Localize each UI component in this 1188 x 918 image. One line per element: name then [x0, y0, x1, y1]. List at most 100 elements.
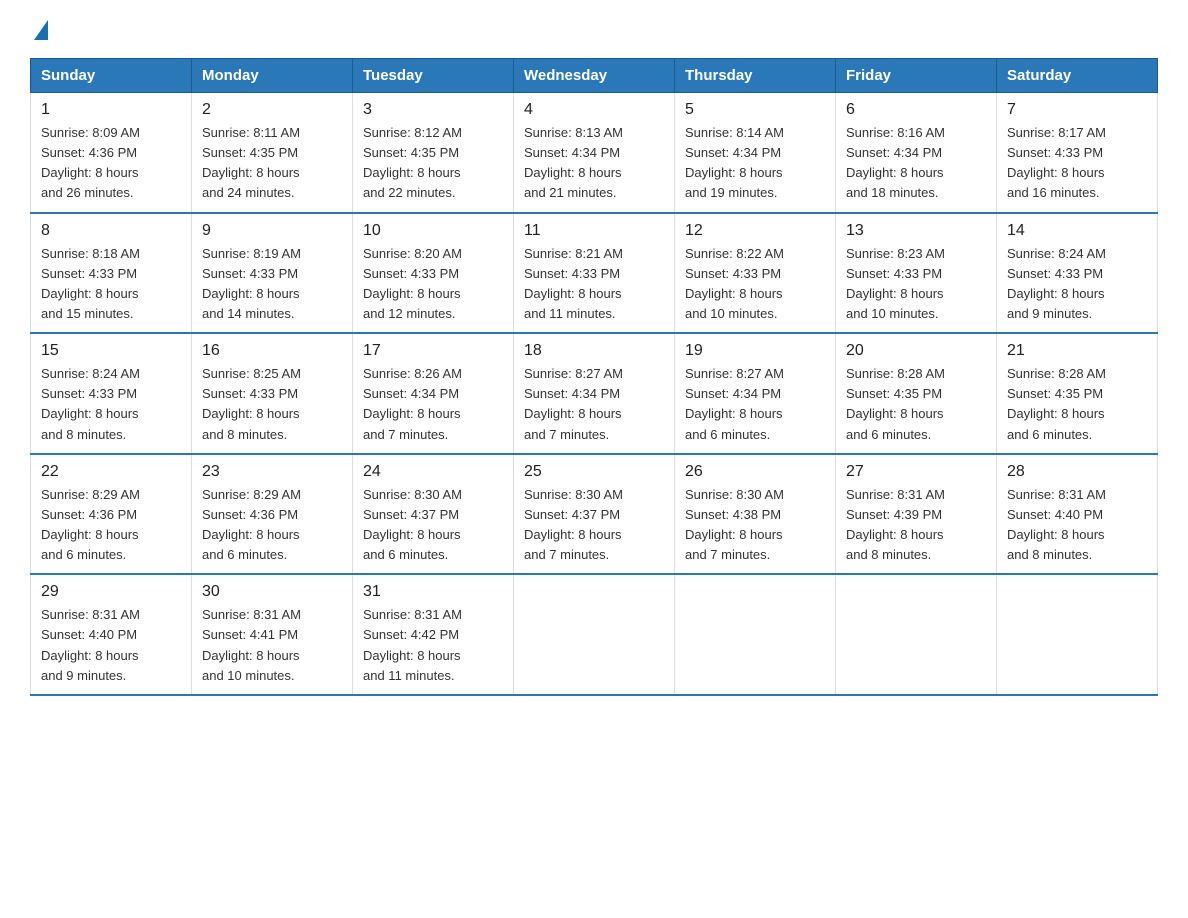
- day-number: 9: [202, 222, 342, 240]
- week-row-4: 22 Sunrise: 8:29 AMSunset: 4:36 PMDaylig…: [31, 454, 1158, 575]
- calendar-cell: 13 Sunrise: 8:23 AMSunset: 4:33 PMDaylig…: [836, 213, 997, 334]
- calendar-cell: 31 Sunrise: 8:31 AMSunset: 4:42 PMDaylig…: [353, 574, 514, 695]
- calendar-cell: 4 Sunrise: 8:13 AMSunset: 4:34 PMDayligh…: [514, 93, 675, 213]
- day-info: Sunrise: 8:31 AMSunset: 4:39 PMDaylight:…: [846, 487, 945, 562]
- day-info: Sunrise: 8:12 AMSunset: 4:35 PMDaylight:…: [363, 125, 462, 200]
- calendar-cell: 24 Sunrise: 8:30 AMSunset: 4:37 PMDaylig…: [353, 454, 514, 575]
- calendar-cell: [836, 574, 997, 695]
- calendar-cell: 15 Sunrise: 8:24 AMSunset: 4:33 PMDaylig…: [31, 333, 192, 454]
- day-info: Sunrise: 8:31 AMSunset: 4:40 PMDaylight:…: [41, 607, 140, 682]
- calendar-cell: 29 Sunrise: 8:31 AMSunset: 4:40 PMDaylig…: [31, 574, 192, 695]
- day-number: 8: [41, 222, 181, 240]
- day-info: Sunrise: 8:16 AMSunset: 4:34 PMDaylight:…: [846, 125, 945, 200]
- day-info: Sunrise: 8:20 AMSunset: 4:33 PMDaylight:…: [363, 246, 462, 321]
- day-info: Sunrise: 8:30 AMSunset: 4:37 PMDaylight:…: [363, 487, 462, 562]
- calendar-cell: 22 Sunrise: 8:29 AMSunset: 4:36 PMDaylig…: [31, 454, 192, 575]
- header-friday: Friday: [836, 59, 997, 93]
- day-info: Sunrise: 8:28 AMSunset: 4:35 PMDaylight:…: [1007, 366, 1106, 441]
- day-number: 16: [202, 342, 342, 360]
- day-info: Sunrise: 8:19 AMSunset: 4:33 PMDaylight:…: [202, 246, 301, 321]
- day-info: Sunrise: 8:24 AMSunset: 4:33 PMDaylight:…: [41, 366, 140, 441]
- day-number: 13: [846, 222, 986, 240]
- day-number: 23: [202, 463, 342, 481]
- day-number: 29: [41, 583, 181, 601]
- day-info: Sunrise: 8:25 AMSunset: 4:33 PMDaylight:…: [202, 366, 301, 441]
- day-number: 11: [524, 222, 664, 240]
- header-thursday: Thursday: [675, 59, 836, 93]
- calendar-body: 1 Sunrise: 8:09 AMSunset: 4:36 PMDayligh…: [31, 93, 1158, 695]
- calendar-cell: 12 Sunrise: 8:22 AMSunset: 4:33 PMDaylig…: [675, 213, 836, 334]
- day-info: Sunrise: 8:17 AMSunset: 4:33 PMDaylight:…: [1007, 125, 1106, 200]
- day-number: 28: [1007, 463, 1147, 481]
- day-number: 20: [846, 342, 986, 360]
- calendar-cell: [514, 574, 675, 695]
- day-number: 15: [41, 342, 181, 360]
- logo: [30, 20, 50, 40]
- day-number: 2: [202, 101, 342, 119]
- day-info: Sunrise: 8:09 AMSunset: 4:36 PMDaylight:…: [41, 125, 140, 200]
- day-info: Sunrise: 8:28 AMSunset: 4:35 PMDaylight:…: [846, 366, 945, 441]
- calendar-cell: 1 Sunrise: 8:09 AMSunset: 4:36 PMDayligh…: [31, 93, 192, 213]
- week-row-3: 15 Sunrise: 8:24 AMSunset: 4:33 PMDaylig…: [31, 333, 1158, 454]
- day-number: 17: [363, 342, 503, 360]
- day-number: 5: [685, 101, 825, 119]
- day-number: 22: [41, 463, 181, 481]
- header-sunday: Sunday: [31, 59, 192, 93]
- header-wednesday: Wednesday: [514, 59, 675, 93]
- day-info: Sunrise: 8:22 AMSunset: 4:33 PMDaylight:…: [685, 246, 784, 321]
- day-number: 12: [685, 222, 825, 240]
- day-info: Sunrise: 8:30 AMSunset: 4:38 PMDaylight:…: [685, 487, 784, 562]
- day-number: 6: [846, 101, 986, 119]
- calendar-table: SundayMondayTuesdayWednesdayThursdayFrid…: [30, 58, 1158, 696]
- calendar-cell: 26 Sunrise: 8:30 AMSunset: 4:38 PMDaylig…: [675, 454, 836, 575]
- day-number: 26: [685, 463, 825, 481]
- day-number: 4: [524, 101, 664, 119]
- calendar-cell: 14 Sunrise: 8:24 AMSunset: 4:33 PMDaylig…: [997, 213, 1158, 334]
- day-info: Sunrise: 8:27 AMSunset: 4:34 PMDaylight:…: [685, 366, 784, 441]
- day-number: 7: [1007, 101, 1147, 119]
- calendar-cell: 6 Sunrise: 8:16 AMSunset: 4:34 PMDayligh…: [836, 93, 997, 213]
- day-info: Sunrise: 8:31 AMSunset: 4:40 PMDaylight:…: [1007, 487, 1106, 562]
- day-info: Sunrise: 8:14 AMSunset: 4:34 PMDaylight:…: [685, 125, 784, 200]
- calendar-cell: 23 Sunrise: 8:29 AMSunset: 4:36 PMDaylig…: [192, 454, 353, 575]
- day-info: Sunrise: 8:23 AMSunset: 4:33 PMDaylight:…: [846, 246, 945, 321]
- day-info: Sunrise: 8:26 AMSunset: 4:34 PMDaylight:…: [363, 366, 462, 441]
- logo-triangle-icon: [34, 20, 48, 40]
- day-info: Sunrise: 8:31 AMSunset: 4:41 PMDaylight:…: [202, 607, 301, 682]
- week-row-2: 8 Sunrise: 8:18 AMSunset: 4:33 PMDayligh…: [31, 213, 1158, 334]
- day-number: 10: [363, 222, 503, 240]
- calendar-cell: 7 Sunrise: 8:17 AMSunset: 4:33 PMDayligh…: [997, 93, 1158, 213]
- day-number: 31: [363, 583, 503, 601]
- calendar-cell: 11 Sunrise: 8:21 AMSunset: 4:33 PMDaylig…: [514, 213, 675, 334]
- calendar-cell: 19 Sunrise: 8:27 AMSunset: 4:34 PMDaylig…: [675, 333, 836, 454]
- calendar-cell: 20 Sunrise: 8:28 AMSunset: 4:35 PMDaylig…: [836, 333, 997, 454]
- day-number: 24: [363, 463, 503, 481]
- calendar-cell: 27 Sunrise: 8:31 AMSunset: 4:39 PMDaylig…: [836, 454, 997, 575]
- header-saturday: Saturday: [997, 59, 1158, 93]
- calendar-cell: 25 Sunrise: 8:30 AMSunset: 4:37 PMDaylig…: [514, 454, 675, 575]
- day-number: 3: [363, 101, 503, 119]
- calendar-cell: 8 Sunrise: 8:18 AMSunset: 4:33 PMDayligh…: [31, 213, 192, 334]
- calendar-cell: 30 Sunrise: 8:31 AMSunset: 4:41 PMDaylig…: [192, 574, 353, 695]
- day-number: 25: [524, 463, 664, 481]
- calendar-cell: 10 Sunrise: 8:20 AMSunset: 4:33 PMDaylig…: [353, 213, 514, 334]
- calendar-cell: 2 Sunrise: 8:11 AMSunset: 4:35 PMDayligh…: [192, 93, 353, 213]
- header-row: SundayMondayTuesdayWednesdayThursdayFrid…: [31, 59, 1158, 93]
- day-info: Sunrise: 8:29 AMSunset: 4:36 PMDaylight:…: [41, 487, 140, 562]
- calendar-cell: 17 Sunrise: 8:26 AMSunset: 4:34 PMDaylig…: [353, 333, 514, 454]
- day-info: Sunrise: 8:13 AMSunset: 4:34 PMDaylight:…: [524, 125, 623, 200]
- day-info: Sunrise: 8:29 AMSunset: 4:36 PMDaylight:…: [202, 487, 301, 562]
- calendar-cell: 18 Sunrise: 8:27 AMSunset: 4:34 PMDaylig…: [514, 333, 675, 454]
- calendar-cell: 3 Sunrise: 8:12 AMSunset: 4:35 PMDayligh…: [353, 93, 514, 213]
- calendar-cell: [675, 574, 836, 695]
- day-number: 18: [524, 342, 664, 360]
- day-number: 19: [685, 342, 825, 360]
- day-number: 27: [846, 463, 986, 481]
- day-info: Sunrise: 8:27 AMSunset: 4:34 PMDaylight:…: [524, 366, 623, 441]
- header-tuesday: Tuesday: [353, 59, 514, 93]
- calendar-cell: 5 Sunrise: 8:14 AMSunset: 4:34 PMDayligh…: [675, 93, 836, 213]
- day-number: 1: [41, 101, 181, 119]
- day-info: Sunrise: 8:30 AMSunset: 4:37 PMDaylight:…: [524, 487, 623, 562]
- calendar-header: SundayMondayTuesdayWednesdayThursdayFrid…: [31, 59, 1158, 93]
- day-info: Sunrise: 8:11 AMSunset: 4:35 PMDaylight:…: [202, 125, 300, 200]
